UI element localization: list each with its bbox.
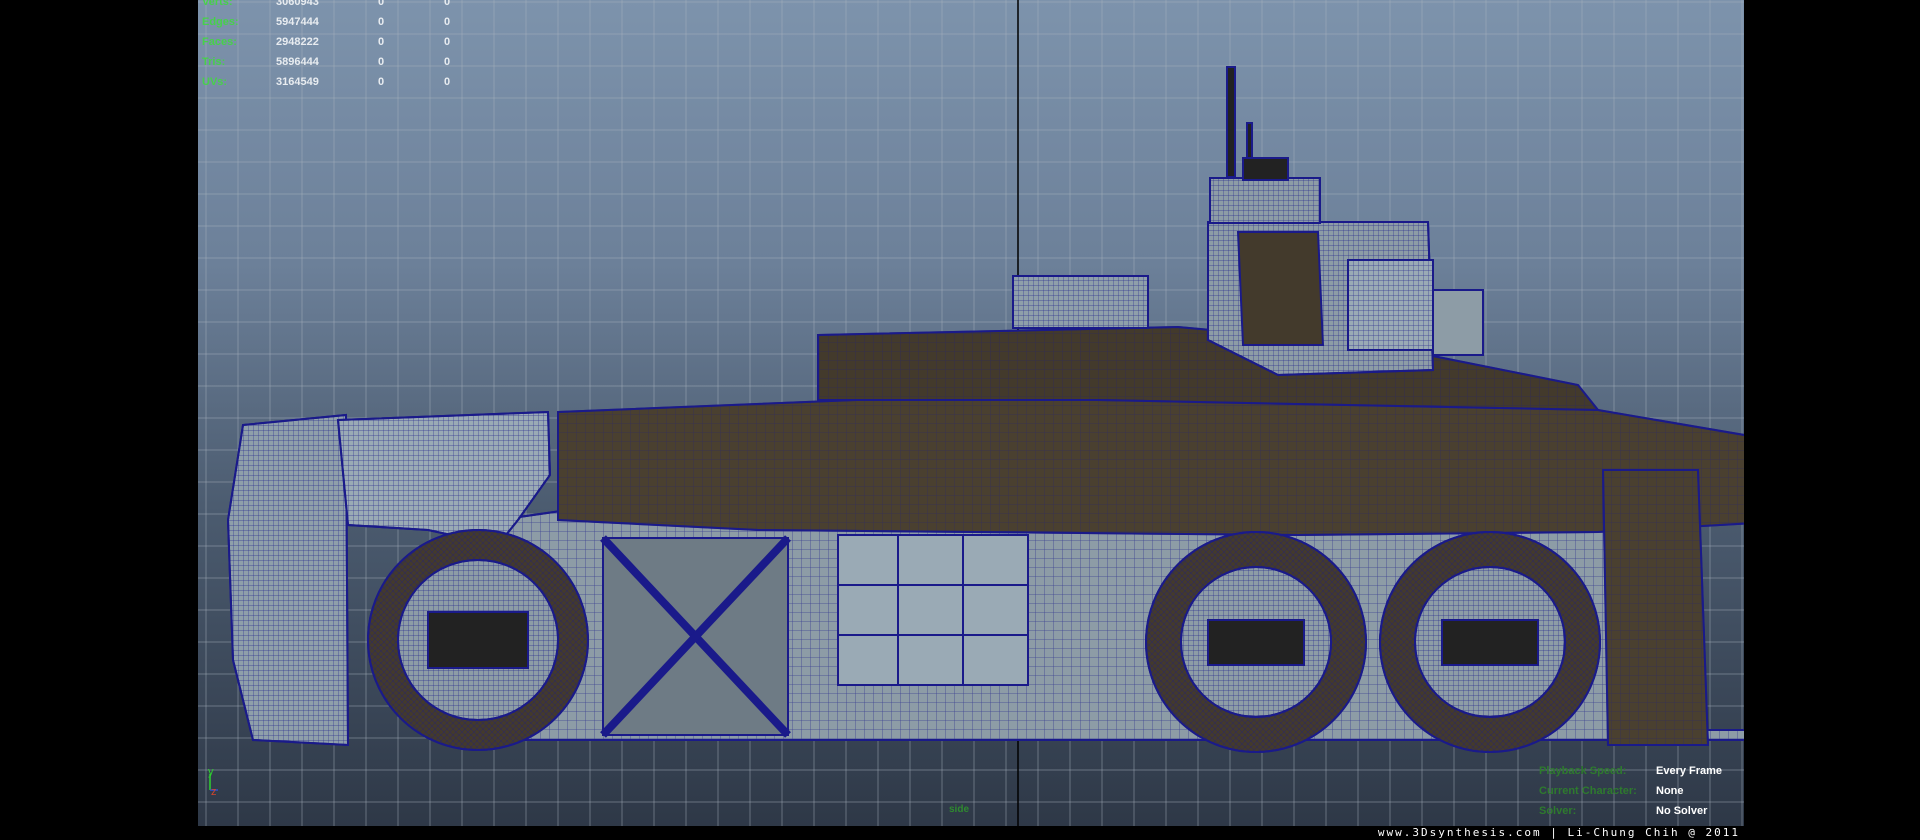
front-block-mesh <box>226 413 350 747</box>
stat-sel: 0 <box>378 16 385 28</box>
stat-total: 5947444 <box>276 16 319 28</box>
stat-row: Verts: 3060943 0 0 <box>202 0 462 12</box>
camera-name: side <box>949 804 970 815</box>
stat-total: 2948222 <box>276 36 319 48</box>
stat-row: UVs: 3164549 0 0 <box>202 72 462 92</box>
info-row: Current Character: None <box>1539 781 1739 801</box>
stat-label: Edges: <box>202 16 239 28</box>
stat-label: Faces: <box>202 36 237 48</box>
stat-total: 3164549 <box>276 76 319 88</box>
stat-tri: 0 <box>444 76 451 88</box>
stat-label: UVs: <box>202 76 228 88</box>
z-axis-label: z <box>211 786 217 798</box>
vehicle-model[interactable] <box>226 66 1744 753</box>
axis-indicator: y z <box>208 766 218 798</box>
y-axis-label: y <box>208 766 214 778</box>
info-row: Playback Speed: Every Frame <box>1539 761 1739 781</box>
stat-sel: 0 <box>378 36 385 48</box>
deck-equipment-mesh <box>1012 275 1149 329</box>
info-value: Every Frame <box>1656 765 1723 777</box>
stat-tri: 0 <box>444 36 451 48</box>
stat-sel: 0 <box>378 56 385 68</box>
stat-label: Verts: <box>202 0 233 8</box>
cargo-grid <box>837 534 1029 686</box>
info-label: Current Character: <box>1539 785 1637 797</box>
stat-tri: 0 <box>444 56 451 68</box>
info-label: Playback Speed: <box>1539 765 1627 777</box>
stat-sel: 0 <box>378 76 385 88</box>
stat-total: 3060943 <box>276 0 319 8</box>
rear-panel-mesh <box>1601 469 1710 746</box>
credit-footer: www.3Dsynthesis.com | Li-Chung Chih @ 20… <box>198 826 1744 840</box>
stat-row: Tris: 5896444 0 0 <box>202 52 462 72</box>
antenna-main <box>1226 66 1236 178</box>
turret-hatch <box>1242 157 1289 181</box>
info-value: No Solver <box>1656 805 1708 817</box>
side-box-mesh <box>1347 259 1434 351</box>
stat-label: Tris: <box>202 56 226 68</box>
poly-count-hud: Verts: 3060943 0 0 Edges: 5947444 0 0 Faces: 2948… <box>202 0 462 92</box>
hull-main-mesh <box>557 392 1744 537</box>
turret-window <box>1236 231 1325 346</box>
info-value: None <box>1656 785 1684 797</box>
viewport-canvas[interactable] <box>198 0 1744 826</box>
stat-sel: 0 <box>378 0 385 8</box>
turret-top-mesh <box>1209 177 1321 224</box>
wheel-front <box>367 529 589 751</box>
stat-tri: 0 <box>444 0 451 8</box>
viewport-panel[interactable]: Verts: 3060943 0 0 Edges: 5947444 0 0 Faces: 2948… <box>198 0 1744 826</box>
stat-total: 5896444 <box>276 56 319 68</box>
wheel-middle <box>1145 531 1367 753</box>
stat-row: Edges: 5947444 0 0 <box>202 12 462 32</box>
stat-row: Faces: 2948222 0 0 <box>202 32 462 52</box>
info-row: Solver: No Solver <box>1539 801 1739 821</box>
stat-tri: 0 <box>444 16 451 28</box>
scene-info-hud: Playback Speed: Every Frame Current Charac… <box>1539 761 1739 821</box>
info-label: Solver: <box>1539 805 1577 817</box>
rear-box <box>1432 289 1484 356</box>
wheel-rear <box>1379 531 1601 753</box>
